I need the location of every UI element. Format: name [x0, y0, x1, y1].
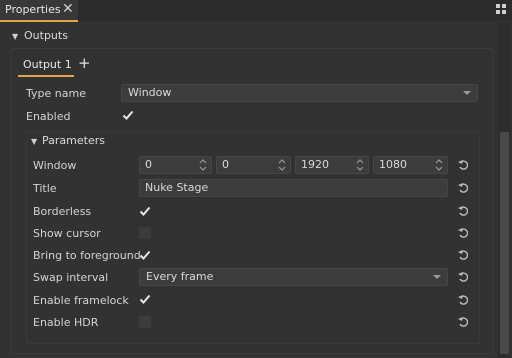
outputs-section-label[interactable]: Outputs: [24, 29, 68, 42]
window-width-spinbox[interactable]: 1920: [295, 156, 369, 174]
reset-swap-interval-icon[interactable]: [458, 272, 468, 282]
swap-interval-dropdown[interactable]: Every frame: [139, 268, 448, 286]
parameters-expand-caret-icon[interactable]: ▼: [31, 137, 37, 146]
enabled-checkbox[interactable]: [122, 109, 134, 121]
tab-output-1-label: Output 1: [23, 58, 72, 71]
bring-to-foreground-checkbox[interactable]: [139, 249, 151, 261]
reset-enable-framelock-icon[interactable]: [458, 295, 468, 305]
reset-borderless-icon[interactable]: [458, 206, 468, 216]
enabled-label: Enabled: [26, 110, 71, 123]
panel-menu-icon[interactable]: [496, 4, 506, 14]
bring-to-foreground-label: Bring to foreground: [33, 249, 141, 262]
enable-framelock-checkbox[interactable]: [139, 293, 151, 305]
title-input[interactable]: Nuke Stage: [139, 179, 448, 197]
title-label: Title: [33, 182, 57, 195]
swap-interval-value: Every frame: [146, 270, 214, 283]
type-name-value: Window: [128, 86, 172, 99]
spin-arrows-icon[interactable]: [356, 159, 364, 171]
reset-window-icon[interactable]: [458, 160, 468, 170]
chevron-down-icon: [433, 275, 441, 279]
reset-bring-to-foreground-icon[interactable]: [458, 250, 468, 260]
parameters-section-label[interactable]: Parameters: [42, 134, 105, 147]
enable-hdr-checkbox[interactable]: [139, 316, 151, 328]
close-icon[interactable]: ✕: [62, 1, 74, 17]
reset-enable-hdr-icon[interactable]: [458, 317, 468, 327]
spin-arrows-icon[interactable]: [199, 159, 207, 171]
reset-show-cursor-icon[interactable]: [458, 228, 468, 238]
swap-interval-label: Swap interval: [33, 271, 109, 284]
show-cursor-label: Show cursor: [33, 227, 101, 240]
borderless-label: Borderless: [33, 205, 92, 218]
borderless-checkbox[interactable]: [139, 205, 151, 217]
window-height-spinbox[interactable]: 1080: [373, 156, 448, 174]
spin-arrows-icon[interactable]: [278, 159, 286, 171]
chevron-down-icon: [463, 91, 471, 95]
type-name-label: Type name: [26, 87, 86, 100]
add-output-icon[interactable]: +: [78, 54, 91, 72]
window-y-spinbox[interactable]: 0: [216, 156, 291, 174]
enable-hdr-label: Enable HDR: [33, 316, 99, 329]
scrollbar-thumb[interactable]: [500, 132, 509, 354]
window-x-spinbox[interactable]: 0: [139, 156, 212, 174]
enable-framelock-label: Enable framelock: [33, 294, 129, 307]
spin-arrows-icon[interactable]: [435, 159, 443, 171]
window-label: Window: [33, 159, 77, 172]
reset-title-icon[interactable]: [458, 183, 468, 193]
type-name-dropdown[interactable]: Window: [121, 84, 478, 102]
tab-properties-label: Properties: [5, 3, 61, 16]
show-cursor-checkbox[interactable]: [139, 227, 151, 239]
outputs-expand-caret-icon[interactable]: ▼: [12, 32, 18, 41]
